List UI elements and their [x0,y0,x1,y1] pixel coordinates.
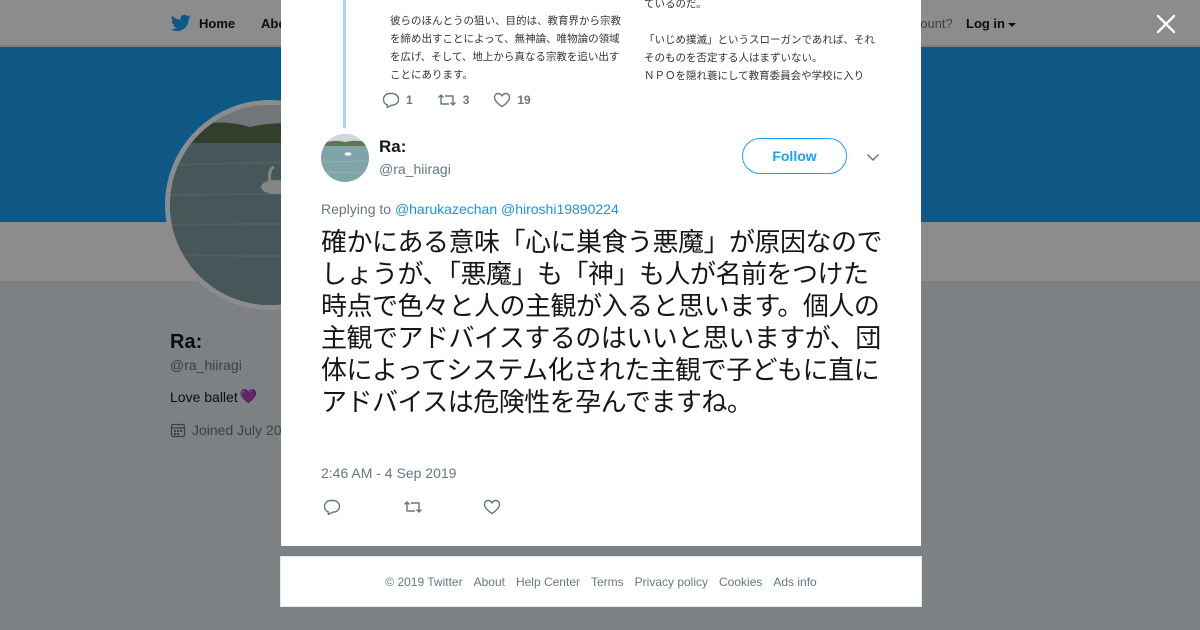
image-text-line: ているのだ。 [644,0,707,10]
close-modal-button[interactable] [1152,10,1180,38]
retweet-icon [437,94,456,106]
reply-mention-link[interactable]: @harukazechan [395,201,497,217]
footer-link-privacy[interactable]: Privacy policy [635,575,708,589]
previous-reply-count: 1 [406,93,413,107]
follow-button[interactable]: Follow [742,138,847,174]
replying-to-prefix: Replying to [321,201,392,217]
close-icon [1156,14,1176,34]
footer-link-ads-info[interactable]: Ads info [773,575,816,589]
tweet-more-options[interactable] [865,149,881,165]
footer-copyright: © 2019 Twitter [385,574,463,589]
previous-reply-button[interactable]: 1 [382,92,413,108]
footer-link-about[interactable]: About [474,575,505,589]
retweet-button[interactable] [403,497,483,517]
image-text-line: 「いじめ撲滅」というスローガンであれば、それそのものを否定する人はまずいない。 [644,34,875,64]
image-text-line [644,13,876,31]
heart-icon [494,92,511,108]
previous-tweet-image[interactable]: 彼らのほんとうの狙い、目的は、教育界から宗教を締め出すことによって、無神論、唯物… [371,0,881,80]
previous-retweet-button[interactable]: 3 [437,92,470,108]
tweet-actions [323,497,563,517]
image-text-line: ＮＰＯを隠れ蓑にして教育委員会や学校に入り [644,70,865,80]
reply-icon [382,92,400,108]
like-button[interactable] [483,497,563,517]
tweet-text: 確かにある意味「心に巣食う悪魔」が原因なのでしょうが、「悪魔」も「神」も人が名前… [321,228,883,418]
tweet-author-handle[interactable]: @ra_hiiragi [379,161,451,177]
modal-footer: © 2019 Twitter About Help Center Terms P… [280,556,922,607]
previous-retweet-count: 3 [462,93,470,107]
reply-button[interactable] [323,497,403,517]
previous-tweet-image-text-right: ているのだ。 「いじめ撲滅」というスローガンであれば、それそのものを否定する人は… [644,0,876,80]
previous-tweet-actions: 1 3 19 [382,92,555,108]
tweet-author-avatar[interactable] [321,134,369,182]
heart-icon [483,499,501,515]
avatar-lake-image [321,134,369,182]
tweet-permalink-modal: 彼らのほんとうの狙い、目的は、教育界から宗教を締め出すことによって、無神論、唯物… [281,0,921,546]
replying-to-line: Replying to @harukazechan @hiroshi198902… [321,201,619,217]
tweet-header: Ra: @ra_hiiragi Follow [321,134,881,184]
chevron-down-icon [866,153,880,162]
previous-like-count: 19 [517,93,531,107]
footer-link-help-center[interactable]: Help Center [516,575,580,589]
reply-mention-link[interactable]: @hiroshi19890224 [501,201,619,217]
thread-connector-line [343,0,346,128]
tweet-author-name[interactable]: Ra: [379,137,406,157]
footer-link-cookies[interactable]: Cookies [719,575,762,589]
previous-like-button[interactable]: 19 [493,92,531,108]
retweet-icon [404,501,422,513]
previous-tweet-image-text-left: 彼らのほんとうの狙い、目的は、教育界から宗教を締め出すことによって、無神論、唯物… [390,15,621,80]
tweet-timestamp[interactable]: 2:46 AM - 4 Sep 2019 [321,465,456,481]
footer-link-terms[interactable]: Terms [591,575,624,589]
reply-icon [323,499,341,515]
